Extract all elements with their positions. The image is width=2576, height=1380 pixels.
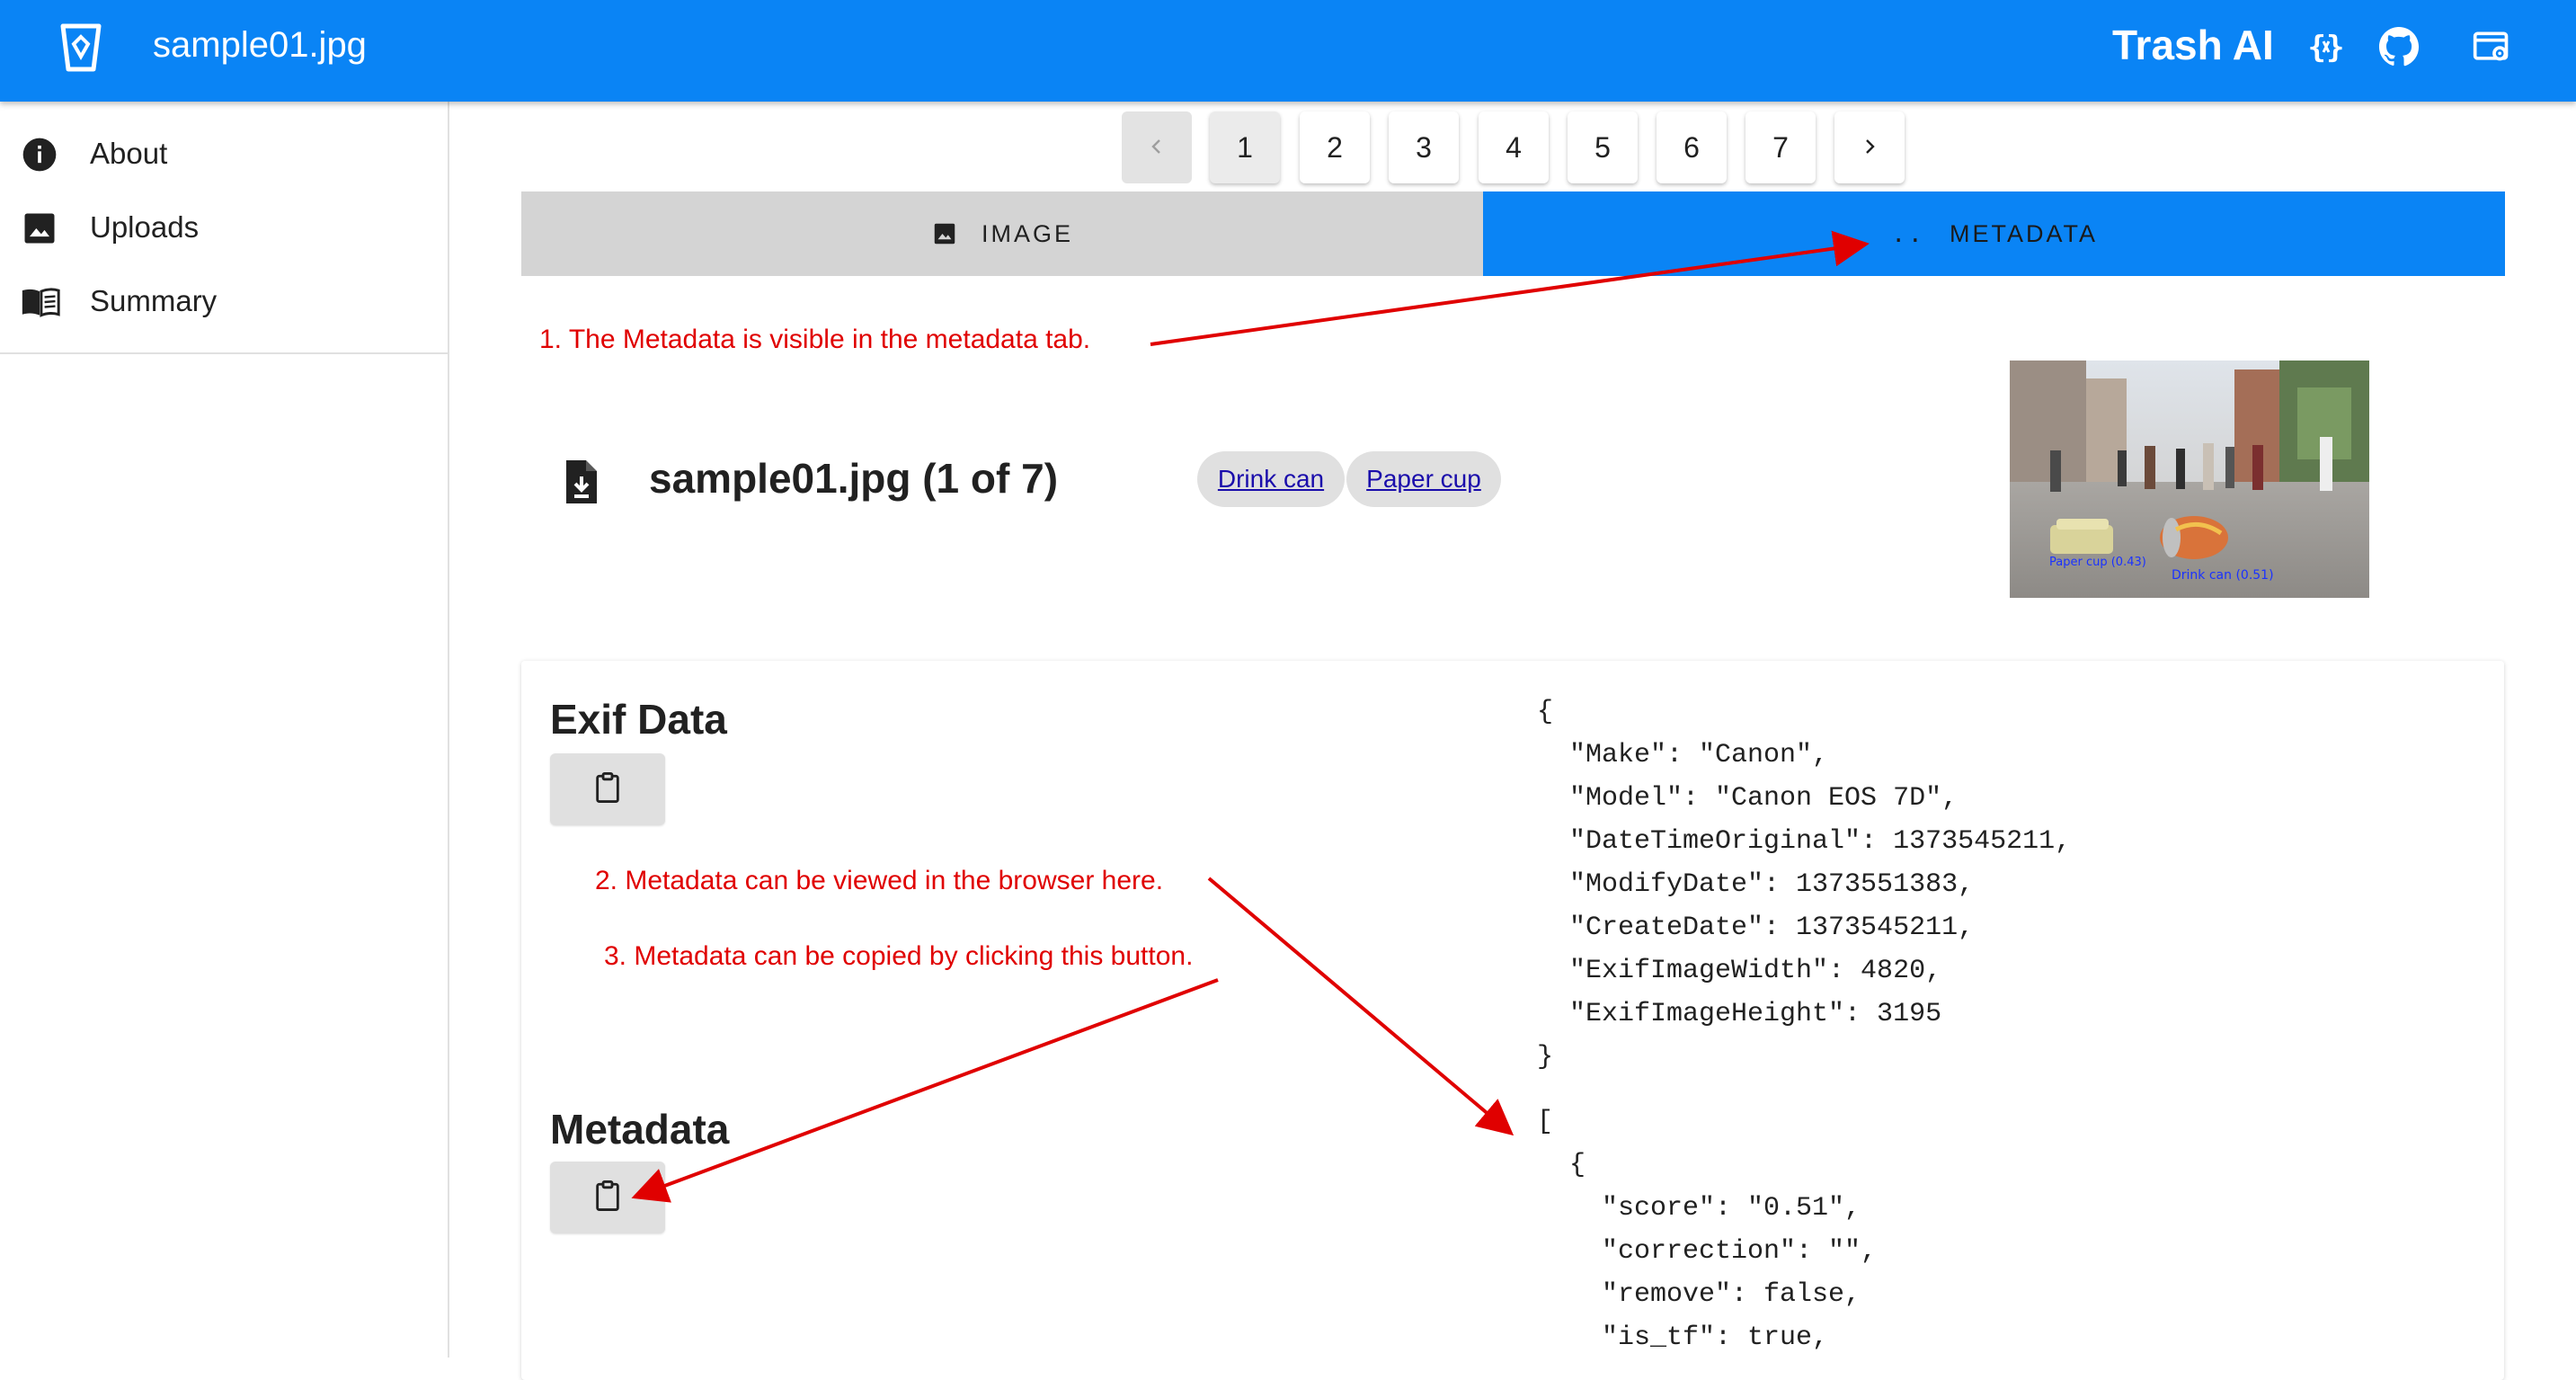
tag-chip-drink-can[interactable]: Drink can: [1197, 451, 1345, 507]
sidebar-item-label: Uploads: [90, 210, 200, 244]
metadata-heading: Metadata: [550, 1106, 730, 1153]
info-icon: [20, 135, 59, 174]
tag-link[interactable]: Paper cup: [1366, 465, 1481, 494]
image-icon: [20, 209, 59, 248]
tab-image[interactable]: IMAGE: [521, 191, 1483, 276]
page-button-6[interactable]: 6: [1657, 111, 1727, 183]
page-button-7[interactable]: 7: [1745, 111, 1816, 183]
exif-json-viewer[interactable]: { "Make": "Canon", "Model": "Canon EOS 7…: [1537, 690, 2071, 1079]
github-icon[interactable]: [2376, 23, 2422, 70]
page-button-4[interactable]: 4: [1479, 111, 1549, 183]
page-button-3[interactable]: 3: [1389, 111, 1459, 183]
sidebar-item-label: Summary: [90, 284, 218, 317]
metadata-card: [521, 661, 2504, 1380]
trash-bin-logo-icon[interactable]: [59, 22, 102, 73]
chevron-right-icon: [1859, 131, 1880, 165]
page-button-1[interactable]: 1: [1210, 111, 1280, 183]
clipboard-icon: [592, 1179, 623, 1217]
next-page-button[interactable]: [1834, 111, 1905, 183]
detection-label: Paper cup (0.43): [2049, 556, 2146, 569]
annotation-metadata-tab: 1. The Metadata is visible in the metada…: [539, 325, 1091, 354]
brand-name[interactable]: Trash AI: [2112, 22, 2274, 68]
settings-window-icon[interactable]: [2468, 23, 2515, 70]
detection-label: Drink can (0.51): [2172, 568, 2274, 583]
sidebar-divider: [0, 352, 448, 354]
copy-exif-button[interactable]: [550, 753, 665, 825]
tab-metadata[interactable]: {..} METADATA: [1483, 191, 2505, 276]
sidebar-item-summary[interactable]: Summary: [0, 264, 448, 338]
chevron-left-icon: [1146, 131, 1168, 165]
prev-page-button[interactable]: [1122, 111, 1192, 183]
metadata-json-viewer[interactable]: [ { "score": "0.51", "correction": "", "…: [1537, 1100, 1877, 1359]
tag-link[interactable]: Drink can: [1218, 465, 1324, 494]
page-button-2[interactable]: 2: [1300, 111, 1370, 183]
tab-label: METADATA: [1950, 219, 2098, 247]
book-icon: [20, 282, 60, 322]
annotation-copy-metadata: 3. Metadata can be copied by clicking th…: [604, 941, 1194, 971]
page-button-5[interactable]: 5: [1568, 111, 1638, 183]
file-title: sample01.jpg (1 of 7): [649, 455, 1059, 502]
sidebar-item-about[interactable]: About: [0, 117, 448, 191]
annotation-view-metadata: 2. Metadata can be viewed in the browser…: [595, 866, 1164, 895]
image-icon: [931, 220, 958, 247]
exif-heading: Exif Data: [550, 696, 727, 743]
file-download-icon[interactable]: [559, 459, 602, 505]
sidebar-item-uploads[interactable]: Uploads: [0, 191, 448, 264]
app-title: sample01.jpg: [153, 25, 367, 65]
sidebar-item-label: About: [90, 137, 168, 170]
image-thumbnail[interactable]: Paper cup (0.43) Drink can (0.51): [2010, 361, 2369, 598]
tab-label: IMAGE: [981, 219, 1073, 247]
clipboard-icon: [592, 770, 623, 809]
copy-metadata-button[interactable]: [550, 1162, 665, 1233]
tag-chip-paper-cup[interactable]: Paper cup: [1346, 451, 1501, 507]
code-braces-icon: {..}: [1890, 220, 1926, 247]
app-bar: sample01.jpg Trash AI {}: [0, 0, 2576, 102]
code-braces-icon[interactable]: {}: [2303, 23, 2349, 70]
svg-text:{..}: {..}: [1890, 221, 1926, 247]
